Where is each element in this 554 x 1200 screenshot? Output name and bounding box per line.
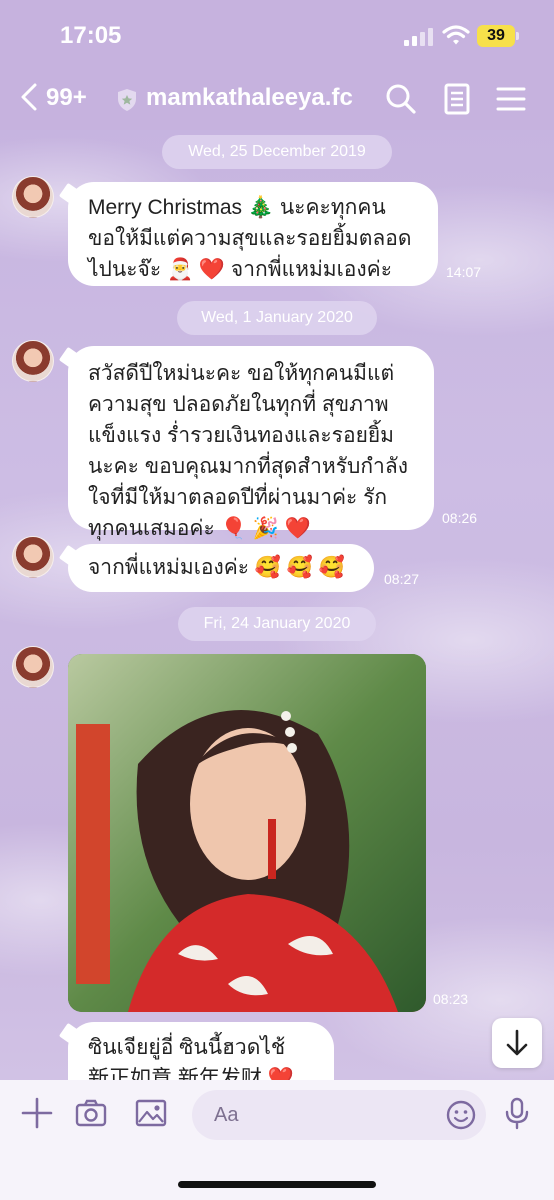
photo-message[interactable] [68, 654, 426, 1012]
chat-background [0, 0, 554, 1200]
message-time: 08:26 [442, 510, 478, 526]
unread-count[interactable]: 99+ [46, 84, 87, 112]
message-text: ไปนะจ๊ะ 🎅 ❤️ จากพี่แหม่มเองค่ะ [88, 258, 392, 281]
search-icon[interactable] [384, 82, 418, 116]
battery-indicator: 39 [477, 25, 515, 47]
status-time: 17:05 [60, 22, 122, 49]
avatar[interactable] [12, 536, 54, 578]
signal-icon [404, 28, 434, 46]
message-text: ทุกคนเสมอค่ะ 🎈 🎉 ❤️ [88, 517, 311, 540]
message-text: จากพี่แหม่มเองค่ะ 🥰 🥰 🥰 [88, 556, 346, 579]
plus-icon[interactable] [20, 1096, 54, 1130]
message-text: Merry Christmas 🎄 นะคะทุกคน [88, 196, 386, 219]
date-separator: Fri, 24 January 2020 [178, 607, 376, 641]
message-time: 08:27 [384, 571, 420, 587]
home-indicator [178, 1181, 376, 1188]
message-text: ใจที่มีให้มาตลอดปีที่ผ่านมาค่ะ รัก [88, 486, 388, 509]
message-text: สวัสดีปีใหม่นะคะ ขอให้ทุกคนมีแต่ [88, 362, 395, 385]
wifi-icon [442, 25, 470, 45]
message-text: ความสุข ปลอดภัยในทุกที่ สุขภาพ [88, 393, 389, 416]
emoji-icon[interactable] [444, 1098, 478, 1132]
official-shield-icon [118, 89, 136, 111]
message-input-placeholder: Aa [214, 1104, 239, 1126]
back-arrow-icon[interactable] [18, 82, 42, 112]
message-text: ซินเจียยู่อี่ ซินนี้ฮวดไช้ [88, 1036, 286, 1059]
chat-title[interactable]: mamkathaleeya.fc [146, 84, 353, 112]
date-separator: Wed, 1 January 2020 [177, 301, 377, 335]
message-bubble[interactable]: จากพี่แหม่มเองค่ะ 🥰 🥰 🥰 [68, 544, 374, 592]
scroll-to-bottom-button[interactable] [492, 1018, 542, 1068]
message-text: นะคะ ขอบคุณมากที่สุดสำหรับกำลัง [88, 455, 408, 478]
microphone-icon[interactable] [500, 1096, 534, 1130]
menu-icon[interactable] [494, 82, 528, 116]
message-text: แข็งแรง ร่ำรวยเงินทองและรอยยิ้ม [88, 424, 395, 447]
portrait-image [68, 654, 426, 1012]
battery-tip [516, 32, 519, 40]
message-bubble[interactable]: สวัสดีปีใหม่นะคะ ขอให้ทุกคนมีแต่ ความสุข… [68, 346, 434, 540]
notes-icon[interactable] [440, 82, 474, 116]
message-time: 14:07 [446, 264, 482, 280]
avatar[interactable] [12, 646, 54, 688]
image-icon[interactable] [134, 1096, 168, 1130]
message-bubble[interactable]: Merry Christmas 🎄 นะคะทุกคน ขอให้มีแต่คว… [68, 182, 438, 286]
avatar[interactable] [12, 176, 54, 218]
date-separator: Wed, 25 December 2019 [162, 135, 392, 169]
chat-header: 99+ mamkathaleeya.fc [0, 76, 554, 122]
message-time: 08:23 [433, 991, 469, 1007]
camera-icon[interactable] [74, 1096, 108, 1130]
message-text: ขอให้มีแต่ความสุขและรอยยิ้มตลอด [88, 227, 412, 250]
avatar[interactable] [12, 340, 54, 382]
arrow-down-icon [506, 1029, 528, 1056]
